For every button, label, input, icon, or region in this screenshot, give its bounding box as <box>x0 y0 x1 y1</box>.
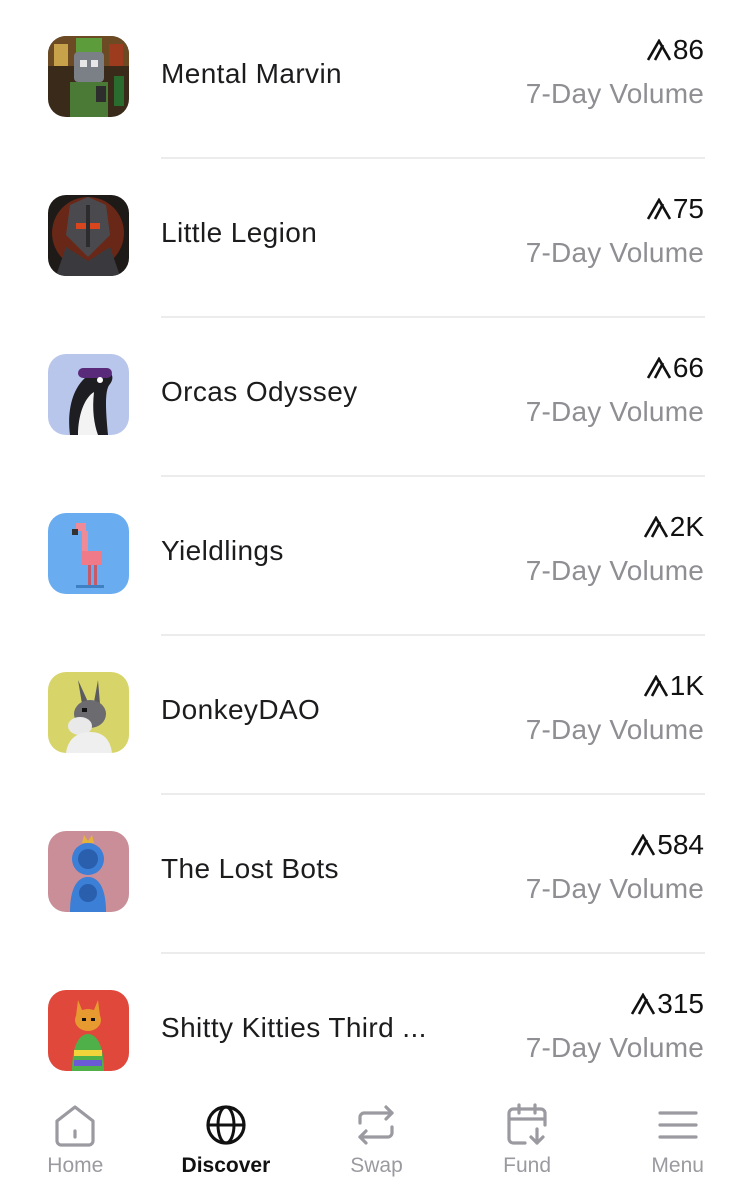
list-item[interactable]: Little Legion 75 7-Day Volume <box>0 159 753 318</box>
list-item[interactable]: The Lost Bots 584 7-Day Volume <box>0 795 753 954</box>
tab-label: Discover <box>181 1154 271 1177</box>
volume-value: 1K <box>669 670 704 701</box>
volume-label: 7-Day Volume <box>525 396 704 427</box>
volume-label: 7-Day Volume <box>525 873 704 904</box>
volume-amount: 1K <box>643 670 704 702</box>
tab-label: Fund <box>503 1154 552 1177</box>
collection-name: DonkeyDAO <box>161 694 321 725</box>
list-item[interactable]: Mental Marvin 86 7-Day Volume <box>0 0 753 159</box>
orcas-odyssey-thumbnail <box>48 354 129 435</box>
the-lost-bots-thumbnail <box>48 831 129 912</box>
list-item[interactable]: Yieldlings 2K 7-Day Volume <box>0 477 753 636</box>
collection-name: Shitty Kitties Third ... <box>161 1012 427 1043</box>
list-item[interactable]: Orcas Odyssey 66 7-Day Volume <box>0 318 753 477</box>
tab-swap[interactable]: Swap <box>301 1088 452 1200</box>
calendar-download-icon <box>507 1103 547 1145</box>
tab-label: Menu <box>651 1154 704 1177</box>
collection-name: Mental Marvin <box>161 58 343 89</box>
little-legion-thumbnail <box>48 195 129 276</box>
collection-name: Yieldlings <box>161 535 284 566</box>
volume-value: 315 <box>657 988 704 1019</box>
volume-amount: 66 <box>646 352 704 384</box>
algorand-icon <box>646 198 671 220</box>
home-icon <box>55 1105 95 1147</box>
algorand-icon <box>631 993 656 1015</box>
volume-amount: 315 <box>630 988 704 1020</box>
tab-label: Home <box>47 1154 104 1177</box>
algorand-icon <box>643 516 668 538</box>
volume-value: 75 <box>672 193 704 224</box>
hamburger-menu-icon <box>658 1111 698 1139</box>
volume-value: 66 <box>672 352 704 383</box>
volume-amount: 75 <box>646 193 704 225</box>
volume-label: 7-Day Volume <box>525 714 704 745</box>
algorand-icon <box>631 834 656 856</box>
list-item[interactable]: DonkeyDAO 1K 7-Day Volume <box>0 636 753 795</box>
tab-fund[interactable]: Fund <box>452 1088 603 1200</box>
tab-discover[interactable]: Discover <box>151 1088 302 1200</box>
volume-label: 7-Day Volume <box>525 237 704 268</box>
mental-marvin-thumbnail <box>48 36 129 117</box>
volume-label: 7-Day Volume <box>525 1032 704 1063</box>
algorand-icon <box>643 675 668 697</box>
volume-value: 2K <box>669 511 704 542</box>
volume-label: 7-Day Volume <box>525 555 704 586</box>
bottom-tab-bar: Home Discover Swap Fund Menu <box>0 1088 753 1200</box>
discover-screen: Mental Marvin 86 7-Day Volume Little Leg… <box>0 0 753 1200</box>
tab-label: Swap <box>350 1154 403 1177</box>
tab-home[interactable]: Home <box>0 1088 151 1200</box>
donkeydao-thumbnail <box>48 672 129 753</box>
tab-menu[interactable]: Menu <box>602 1088 753 1200</box>
algorand-icon <box>646 357 671 379</box>
shitty-kitties-thumbnail <box>48 990 129 1071</box>
collection-name: Orcas Odyssey <box>161 376 358 407</box>
collection-name: The Lost Bots <box>161 853 339 884</box>
volume-label: 7-Day Volume <box>525 78 704 109</box>
volume-amount: 584 <box>630 829 704 861</box>
collection-name: Little Legion <box>161 217 318 248</box>
swap-arrows-icon <box>358 1105 395 1145</box>
volume-value: 584 <box>657 829 704 860</box>
volume-amount: 2K <box>643 511 704 543</box>
algorand-icon <box>646 39 671 61</box>
yieldlings-thumbnail <box>48 513 129 594</box>
volume-value: 86 <box>672 34 704 65</box>
volume-amount: 86 <box>646 34 704 66</box>
globe-icon <box>206 1105 246 1145</box>
